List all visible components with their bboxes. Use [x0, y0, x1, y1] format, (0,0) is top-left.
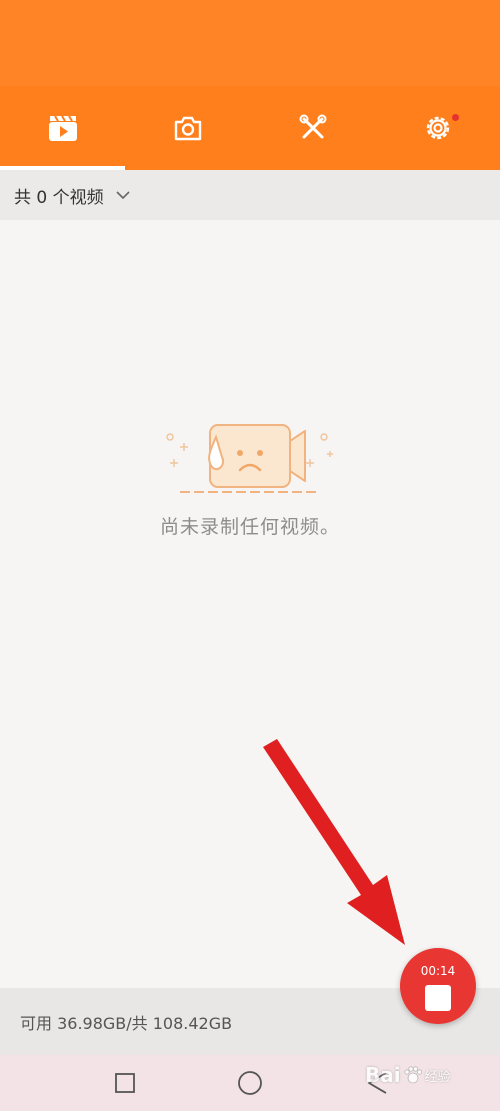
tab-settings[interactable] — [375, 86, 500, 170]
top-tab-bar — [0, 86, 500, 170]
paw-icon — [404, 1066, 422, 1084]
stop-recording-button[interactable]: 00:14 — [400, 948, 476, 1024]
watermark-text: 经验 — [424, 1069, 451, 1085]
chevron-down-icon — [116, 190, 130, 200]
tab-screenshot[interactable] — [125, 86, 250, 170]
tab-videos[interactable] — [0, 86, 125, 170]
sad-camera-icon — [166, 424, 333, 493]
recent-apps-button[interactable] — [95, 1055, 155, 1111]
video-clapper-icon — [48, 115, 77, 141]
notification-dot — [452, 114, 459, 121]
gear-icon — [426, 116, 449, 140]
recording-timer: 00:14 — [420, 964, 456, 978]
watermark-brand: Bai — [365, 1063, 401, 1087]
storage-info: 可用 36.98GB/共 108.42GB — [20, 1013, 233, 1033]
video-list-area — [0, 220, 500, 988]
stop-icon — [425, 985, 451, 1011]
status-bar — [0, 0, 500, 86]
baidu-jingyan-watermark: Bai 经验 — [365, 1063, 451, 1087]
camera-icon — [174, 116, 201, 141]
red-annotation-arrow — [263, 739, 405, 945]
video-count-label: 共 0 个视频 — [14, 187, 104, 208]
tools-icon — [299, 114, 326, 139]
circle-icon — [238, 1071, 262, 1095]
empty-state-message: 尚未录制任何视频。 — [159, 516, 340, 538]
home-button[interactable] — [220, 1055, 280, 1111]
tab-tools[interactable] — [250, 86, 375, 170]
square-icon — [115, 1073, 135, 1093]
video-count-filter[interactable]: 共 0 个视频 — [0, 170, 500, 220]
